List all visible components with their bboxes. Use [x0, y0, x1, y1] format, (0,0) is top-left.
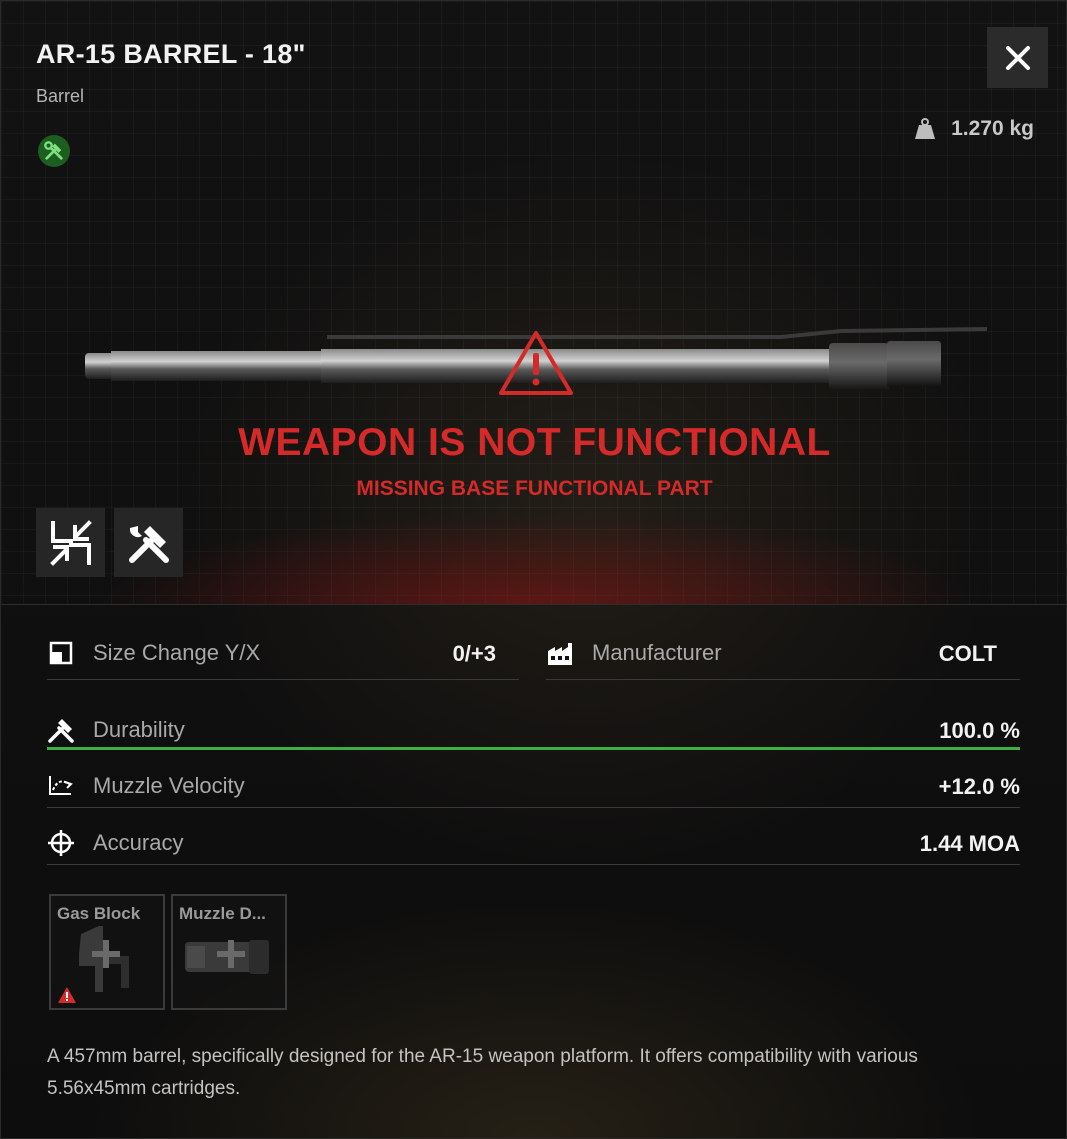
accuracy-label: Accuracy	[93, 830, 184, 855]
missing-part-warning-icon	[58, 987, 76, 1003]
weight-value: 1.270 kg	[951, 117, 1034, 140]
manufacturer-value: COLT	[938, 641, 997, 666]
preview-divider	[1, 604, 1066, 605]
collapse-arrows-icon	[49, 519, 92, 566]
item-weight: 1.270 kg	[913, 117, 1034, 141]
warning-title: WEAPON IS NOT FUNCTIONAL	[238, 421, 831, 464]
stat-muzzle-velocity: Muzzle Velocity	[47, 768, 245, 804]
tools-icon	[128, 525, 169, 563]
stat-size-change: Size Change Y/X	[47, 635, 260, 671]
slot-muzzle-device[interactable]: Muzzle D...	[171, 894, 287, 1010]
muzzle-velocity-value: +12.0 %	[938, 774, 1020, 799]
size-change-label: Size Change Y/X	[93, 640, 261, 665]
muzzle-device-label: Muzzle D...	[179, 904, 266, 923]
durability-label: Durability	[93, 717, 185, 742]
divider	[47, 679, 519, 680]
warning-subtitle: MISSING BASE FUNCTIONAL PART	[356, 477, 713, 500]
close-icon	[1005, 45, 1030, 70]
stat-accuracy: Accuracy	[47, 825, 183, 861]
tools-icon	[47, 716, 75, 744]
close-button[interactable]	[987, 27, 1048, 88]
item-title: AR-15 BARREL - 18"	[36, 39, 306, 69]
divider	[47, 807, 1020, 808]
divider	[546, 679, 1020, 680]
crosshair-icon	[47, 829, 75, 857]
repairable-tools-icon	[38, 135, 70, 167]
factory-icon	[546, 639, 574, 667]
item-inspect-panel: AR-15 BARREL - 18" Barrel 1.270 kg WEAPO…	[0, 0, 1067, 1139]
modding-tools-button[interactable]	[114, 508, 183, 577]
stat-durability: Durability	[47, 712, 185, 748]
gas-block-label: Gas Block	[57, 904, 141, 923]
size-change-icon	[47, 639, 75, 667]
stat-manufacturer: Manufacturer	[546, 635, 722, 671]
size-change-value: 0/+3	[452, 641, 496, 666]
item-description: A 457mm barrel, specifically designed fo…	[47, 1046, 918, 1099]
collapse-view-button[interactable]	[36, 508, 105, 577]
divider	[47, 864, 1020, 865]
manufacturer-label: Manufacturer	[592, 640, 722, 665]
item-category: Barrel	[36, 86, 85, 106]
durability-bar	[47, 747, 1020, 750]
accuracy-value: 1.44 MOA	[919, 831, 1020, 856]
warning-icon	[499, 331, 573, 395]
velocity-icon	[47, 772, 75, 800]
muzzle-velocity-label: Muzzle Velocity	[93, 773, 245, 798]
weight-icon	[915, 118, 936, 139]
durability-value: 100.0 %	[939, 718, 1020, 743]
slot-gas-block[interactable]: Gas Block	[49, 894, 165, 1010]
